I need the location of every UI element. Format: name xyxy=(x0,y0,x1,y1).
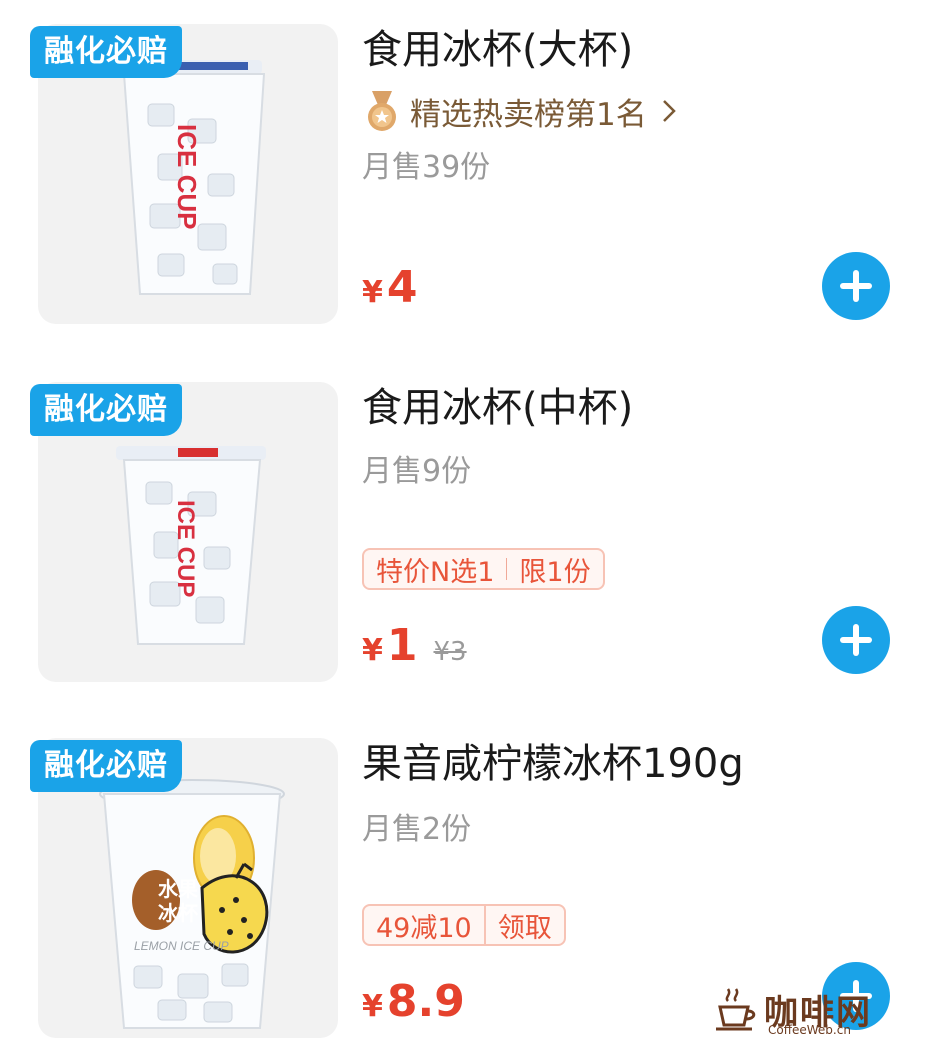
product-item-large-cup[interactable]: ICE CUP 融化必赔 食用冰杯(大杯) 精选热卖榜第1名 月售39份 ¥ 4 xyxy=(0,0,925,340)
promo-tag[interactable]: 特价N选1 限1份 xyxy=(362,548,605,590)
medal-icon xyxy=(368,91,396,131)
price-amount: 8.9 xyxy=(386,976,465,1027)
cup-print-text: ICE CUP xyxy=(172,124,202,229)
price: ¥ 1 ¥3 xyxy=(362,620,467,671)
cup-print-small: LEMON ICE CUP xyxy=(134,939,229,953)
promo-limit: 限1份 xyxy=(519,556,591,588)
melt-guarantee-badge: 融化必赔 xyxy=(30,26,182,78)
price: ¥ 4 xyxy=(362,262,418,313)
add-to-cart-button[interactable] xyxy=(822,606,890,674)
coupon-claim[interactable]: 领取 xyxy=(486,906,564,945)
product-title[interactable]: 果音咸柠檬冰杯190g xyxy=(362,736,744,792)
watermark-url: CoffeeWeb.cn xyxy=(768,1023,851,1037)
monthly-sales: 月售39份 xyxy=(362,150,491,185)
product-item-medium-cup[interactable]: ICE CUP 融化必赔 食用冰杯(中杯) 月售9份 特价N选1 限1份 ¥ 1… xyxy=(0,358,925,698)
monthly-sales: 月售2份 xyxy=(362,812,472,847)
price-amount: 4 xyxy=(386,262,418,313)
product-title[interactable]: 食用冰杯(中杯) xyxy=(362,380,633,436)
cup-print-line1: 水果 xyxy=(158,877,198,901)
melt-guarantee-badge: 融化必赔 xyxy=(30,740,182,792)
monthly-sales: 月售9份 xyxy=(362,454,472,489)
price: ¥ 8.9 xyxy=(362,976,465,1027)
melt-guarantee-badge: 融化必赔 xyxy=(30,384,182,436)
plus-icon xyxy=(840,270,872,302)
product-title[interactable]: 食用冰杯(大杯) xyxy=(362,22,633,78)
chevron-right-icon xyxy=(662,100,676,122)
currency-symbol: ¥ xyxy=(362,275,383,310)
plus-icon xyxy=(840,624,872,656)
watermark: 咖啡网 CoffeeWeb.cn xyxy=(712,985,917,1037)
price-amount: 1 xyxy=(386,620,418,671)
add-to-cart-button[interactable] xyxy=(822,252,890,320)
currency-symbol: ¥ xyxy=(362,633,383,668)
cup-print-line2: 冰杯 xyxy=(158,901,198,925)
cup-lid-band xyxy=(178,448,218,457)
coupon-label: 49减10 xyxy=(376,912,472,944)
cup-print-text: ICE CUP xyxy=(172,500,199,597)
original-price: ¥3 xyxy=(433,637,467,667)
promo-label: 特价N选1 xyxy=(376,556,495,588)
currency-symbol: ¥ xyxy=(362,989,383,1024)
ranking-link[interactable]: 精选热卖榜第1名 xyxy=(362,86,677,136)
coffee-cup-logo-icon xyxy=(716,988,756,1031)
coupon-tag[interactable]: 49减10 领取 xyxy=(362,904,566,946)
ranking-label: 精选热卖榜第1名 xyxy=(410,96,647,133)
